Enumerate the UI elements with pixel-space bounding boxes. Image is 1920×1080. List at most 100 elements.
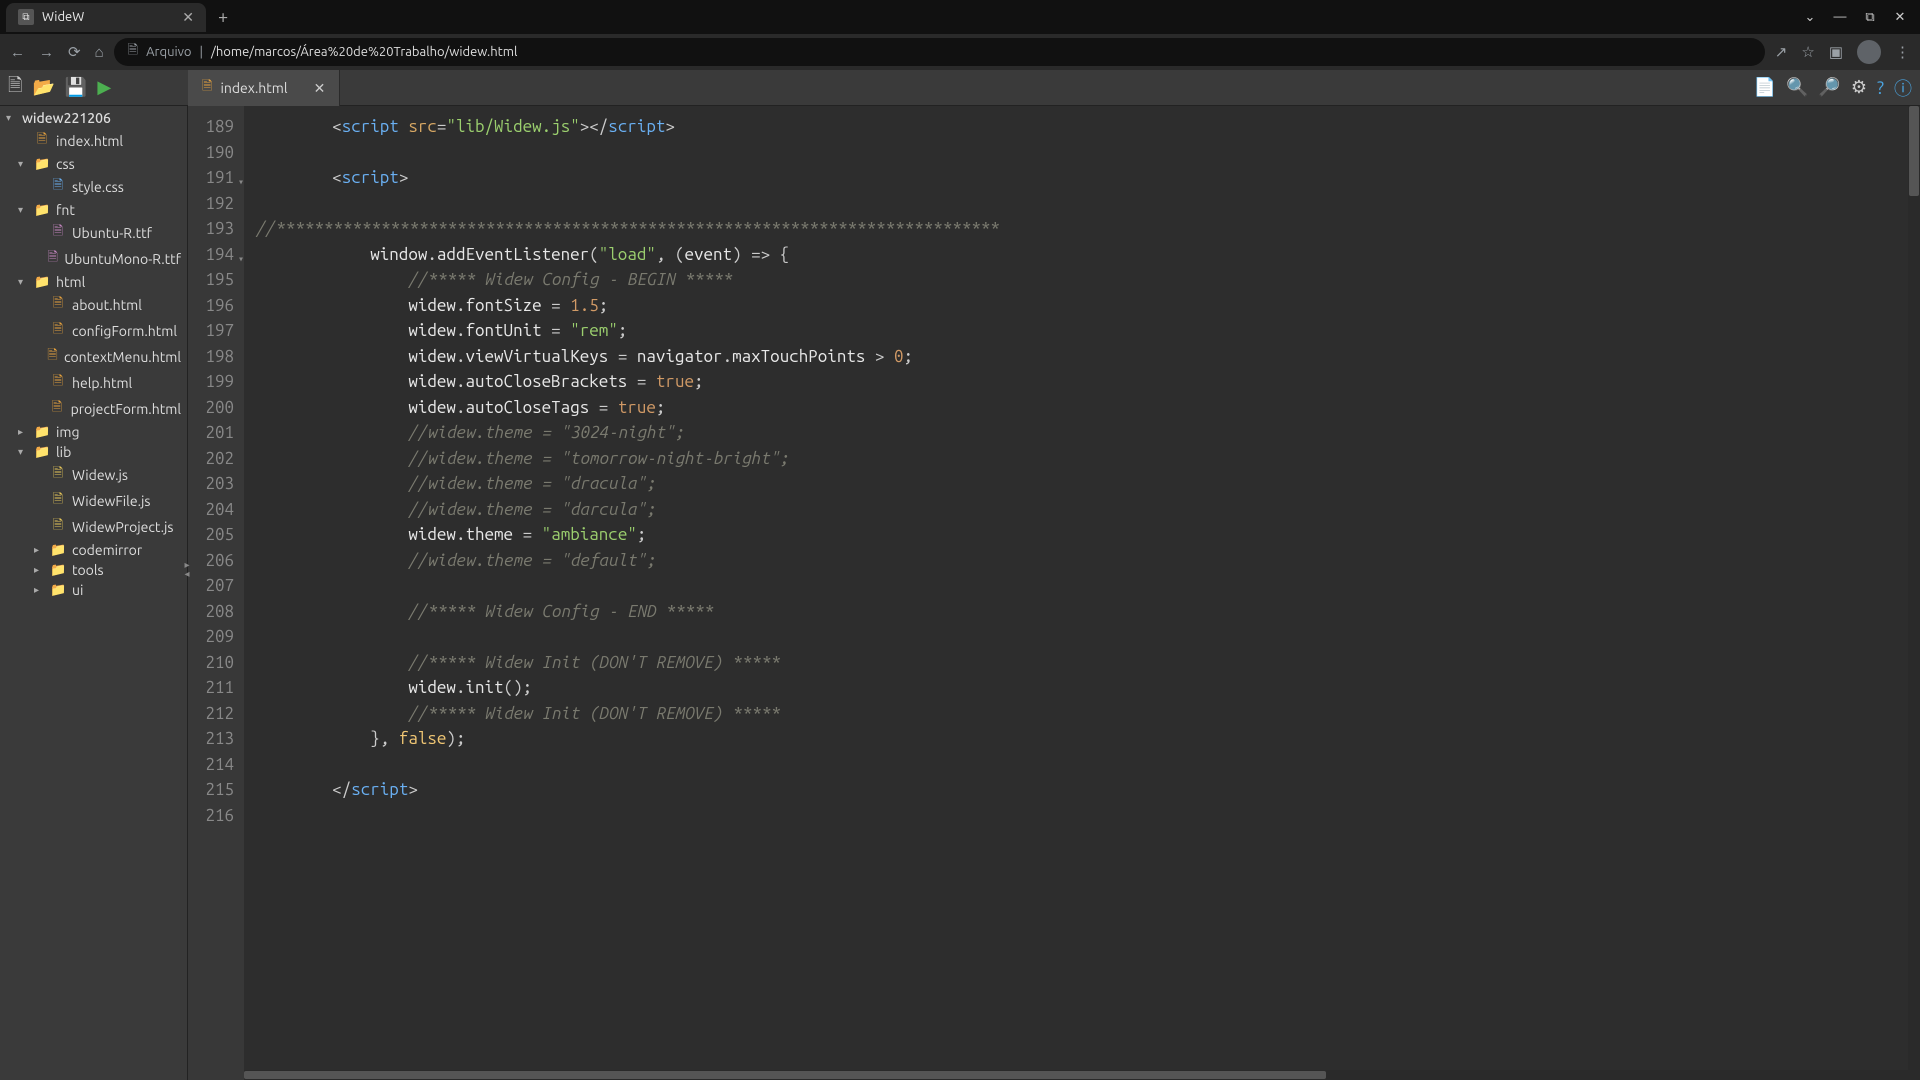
code-line[interactable]: [256, 624, 999, 650]
menu-icon[interactable]: ⋮: [1895, 43, 1910, 61]
horizontal-scrollbar[interactable]: [244, 1070, 1908, 1080]
code-line[interactable]: widew.autoCloseBrackets = true;: [256, 369, 999, 395]
find-replace-icon[interactable]: 🔎: [1818, 77, 1840, 98]
chevron-down-icon[interactable]: ▾: [18, 204, 28, 216]
new-file-icon[interactable]: 🗎: [8, 73, 22, 103]
forward-icon[interactable]: →: [39, 43, 54, 61]
tree-folder[interactable]: ▸📁ui: [0, 580, 187, 600]
gear-icon[interactable]: ⚙: [1851, 77, 1867, 98]
code-line[interactable]: widew.theme = "ambiance";: [256, 522, 999, 548]
help-icon[interactable]: ?: [1877, 78, 1884, 98]
tree-folder[interactable]: ▾📁css: [0, 154, 187, 174]
chevron-right-icon[interactable]: ▸: [34, 584, 44, 596]
maximize-icon[interactable]: ⧉: [1858, 10, 1882, 25]
reload-icon[interactable]: ⟳: [68, 43, 81, 61]
tree-root[interactable]: ▾ widew221206: [0, 108, 187, 128]
vertical-scrollbar[interactable]: [1908, 106, 1920, 1080]
code-line[interactable]: widew.autoCloseTags = true;: [256, 395, 999, 421]
code-line[interactable]: //widew.theme = "tomorrow-night-bright";: [256, 446, 999, 472]
code-line[interactable]: widew.fontUnit = "rem";: [256, 318, 999, 344]
code-line[interactable]: //**************************************…: [256, 216, 999, 242]
tree-file[interactable]: 🗎style.css: [0, 174, 187, 200]
tree-file[interactable]: 🗎WidewProject.js: [0, 514, 187, 540]
code-line[interactable]: [256, 752, 999, 778]
chevron-down-icon[interactable]: ⌄: [1798, 10, 1822, 25]
tree-folder[interactable]: ▸📁tools: [0, 560, 187, 580]
new-doc-icon[interactable]: 📄: [1754, 77, 1776, 98]
code-line[interactable]: //widew.theme = "dracula";: [256, 471, 999, 497]
tree-file[interactable]: 🗎about.html: [0, 292, 187, 318]
code-line[interactable]: <script src="lib/Widew.js"></script>: [256, 114, 999, 140]
code-line[interactable]: //***** Widew Init (DON'T REMOVE) *****: [256, 650, 999, 676]
chevron-right-icon[interactable]: ▸: [34, 564, 44, 576]
back-icon[interactable]: ←: [10, 43, 25, 61]
chevron-right-icon[interactable]: ▸: [34, 544, 44, 556]
code-line[interactable]: //***** Widew Init (DON'T REMOVE) *****: [256, 701, 999, 727]
code-editor[interactable]: 189190191▾192193194▾19519619719819920020…: [188, 106, 1920, 1080]
minimize-icon[interactable]: —: [1828, 10, 1852, 25]
code-line[interactable]: window.addEventListener("load", (event) …: [256, 242, 999, 268]
bookmark-icon[interactable]: ☆: [1801, 43, 1814, 61]
tree-file[interactable]: 🗎Widew.js: [0, 462, 187, 488]
tree-file[interactable]: 🗎index.html: [0, 128, 187, 154]
search-icon[interactable]: 🔍: [1786, 77, 1808, 98]
code-line[interactable]: [256, 140, 999, 166]
tree-folder[interactable]: ▸📁img: [0, 422, 187, 442]
tree-file[interactable]: 🗎help.html: [0, 370, 187, 396]
code-line[interactable]: //widew.theme = "3024-night";: [256, 420, 999, 446]
save-icon[interactable]: 💾: [65, 77, 87, 98]
url-input[interactable]: 🗎 Arquivo | /home/marcos/Área%20de%20Tra…: [114, 38, 1765, 66]
browser-tab[interactable]: ⧉ WideW ✕: [6, 3, 206, 32]
panel-icon[interactable]: ▣: [1829, 43, 1843, 61]
code-line[interactable]: //***** Widew Config - BEGIN *****: [256, 267, 999, 293]
chevron-down-icon[interactable]: ▾: [18, 158, 28, 170]
code-line[interactable]: [256, 803, 999, 829]
code-line[interactable]: [256, 191, 999, 217]
chevron-down-icon[interactable]: ▾: [18, 276, 28, 288]
new-tab-button[interactable]: +: [206, 7, 240, 27]
tree-file[interactable]: 🗎contextMenu.html: [0, 344, 187, 370]
tree-file[interactable]: 🗎configForm.html: [0, 318, 187, 344]
code-line[interactable]: widew.viewVirtualKeys = navigator.maxTou…: [256, 344, 999, 370]
tree-folder[interactable]: ▾📁fnt: [0, 200, 187, 220]
tab-close-icon[interactable]: ✕: [182, 9, 194, 26]
open-folder-icon[interactable]: 📂: [32, 77, 54, 98]
sidebar-collapse-handle[interactable]: ▸◂: [182, 560, 192, 578]
code-line[interactable]: //***** Widew Config - END *****: [256, 599, 999, 625]
tree-folder[interactable]: ▸📁codemirror: [0, 540, 187, 560]
chevron-down-icon[interactable]: ▾: [18, 446, 28, 458]
tree-folder[interactable]: ▾📁lib: [0, 442, 187, 462]
info-icon[interactable]: ⓘ: [1894, 75, 1912, 101]
fold-marker-icon[interactable]: ▾: [238, 246, 244, 272]
share-icon[interactable]: ↗: [1775, 43, 1788, 61]
tree-item-label: img: [56, 424, 80, 440]
code-line[interactable]: //widew.theme = "default";: [256, 548, 999, 574]
code-line[interactable]: </script>: [256, 777, 999, 803]
tree-file[interactable]: 🗎projectForm.html: [0, 396, 187, 422]
code-line[interactable]: widew.fontSize = 1.5;: [256, 293, 999, 319]
chevron-down-icon[interactable]: ▾: [6, 112, 16, 124]
tree-file[interactable]: 🗎Ubuntu-R.ttf: [0, 220, 187, 246]
avatar-icon[interactable]: [1857, 40, 1881, 64]
code-line[interactable]: //widew.theme = "darcula";: [256, 497, 999, 523]
code-content[interactable]: <script src="lib/Widew.js"></script> <sc…: [244, 106, 999, 1080]
file-tab-close-icon[interactable]: ✕: [314, 80, 326, 97]
file-tab-index[interactable]: 🗎 index.html ✕: [188, 70, 340, 106]
scrollbar-thumb[interactable]: [1909, 106, 1919, 196]
tree-folder[interactable]: ▾📁html: [0, 272, 187, 292]
line-number: 211: [196, 675, 234, 701]
scrollbar-thumb[interactable]: [244, 1071, 1326, 1079]
home-icon[interactable]: ⌂: [95, 43, 104, 61]
folder-icon: 📁: [34, 275, 50, 290]
code-line[interactable]: [256, 573, 999, 599]
code-line[interactable]: widew.init();: [256, 675, 999, 701]
close-window-icon[interactable]: ✕: [1888, 10, 1912, 25]
tree-file[interactable]: 🗎UbuntuMono-R.ttf: [0, 246, 187, 272]
code-line[interactable]: <script>: [256, 165, 999, 191]
file-tree-sidebar[interactable]: ▾ widew221206 🗎index.html▾📁css🗎style.css…: [0, 106, 188, 1080]
tree-file[interactable]: 🗎WidewFile.js: [0, 488, 187, 514]
run-icon[interactable]: ▶: [97, 77, 111, 98]
chevron-right-icon[interactable]: ▸: [18, 426, 28, 438]
fold-marker-icon[interactable]: ▾: [238, 169, 244, 195]
code-line[interactable]: }, false);: [256, 726, 999, 752]
